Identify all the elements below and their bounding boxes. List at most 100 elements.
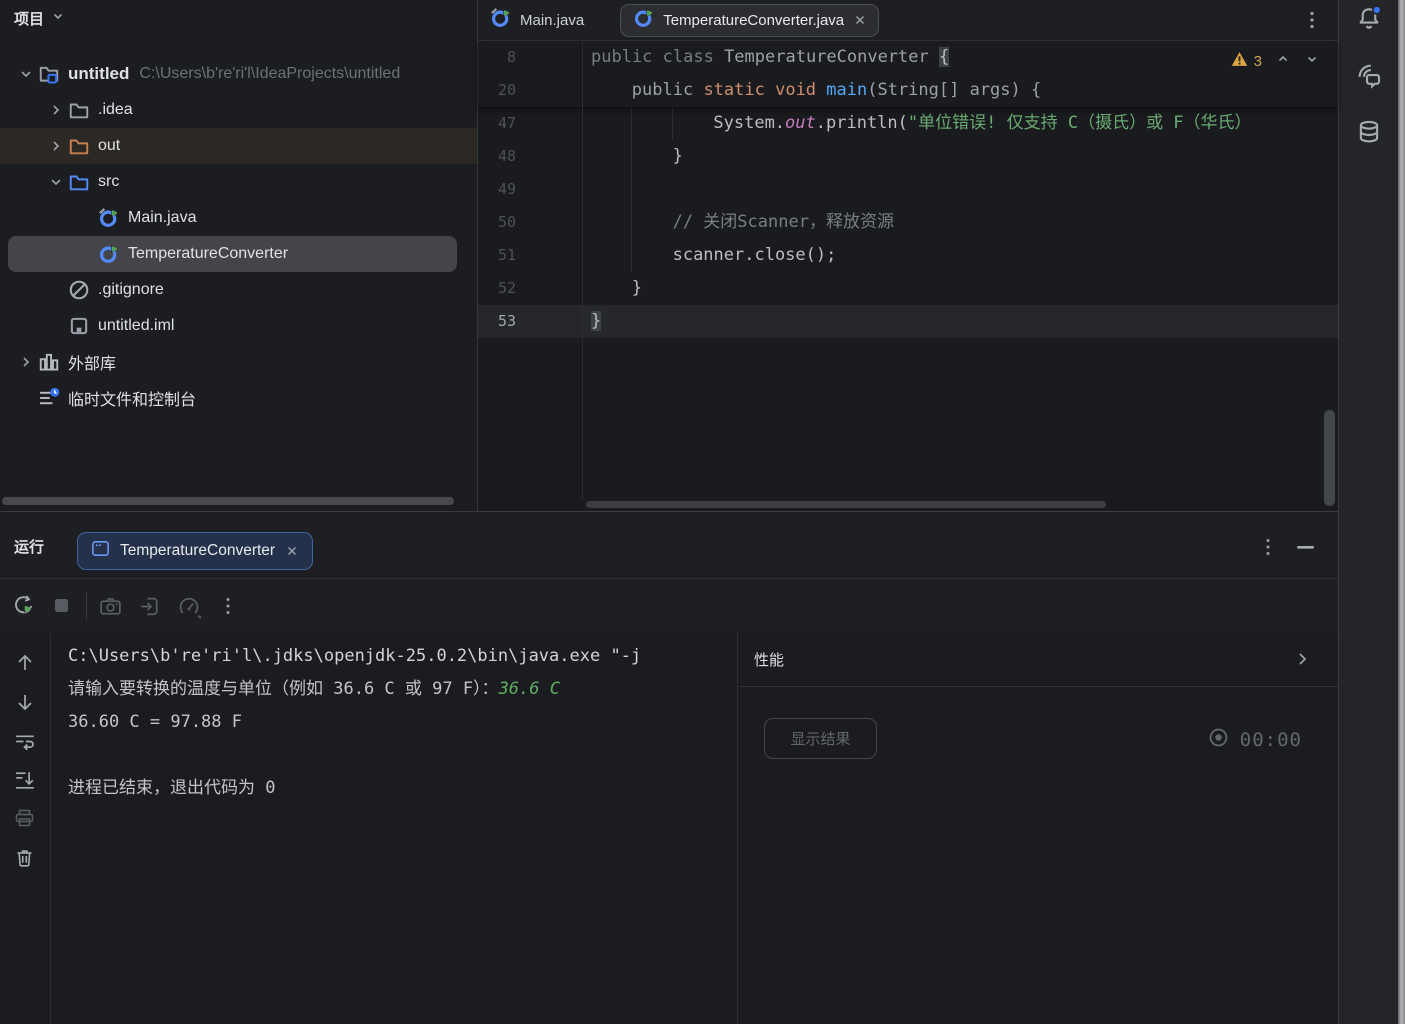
minimize-icon[interactable] (1294, 535, 1318, 559)
chevron-down-icon[interactable] (14, 62, 38, 86)
show-results-button[interactable]: 显示结果 (764, 718, 877, 759)
soft-wrap-icon[interactable] (13, 729, 37, 753)
tree-item-.idea[interactable]: .idea (0, 92, 477, 128)
inspections-widget[interactable]: 3 (1231, 51, 1320, 72)
code-editor[interactable]: 8 public class TemperatureConverter {20pu… (478, 41, 1338, 511)
console-line: 36.60 C = 97.88 F (68, 706, 737, 739)
line-number: 53 (478, 305, 516, 338)
tab-temperatureconverter-java[interactable]: TemperatureConverter.java (620, 4, 879, 37)
toolbar-kebab-icon[interactable] (216, 594, 240, 618)
performance-title: 性能 (754, 649, 784, 670)
run-options-kebab-icon[interactable] (1256, 535, 1280, 559)
chevron-spacer (14, 386, 38, 410)
tree-item-untitled[interactable]: untitledC:\Users\b're'ri'l\IdeaProjects\… (0, 56, 477, 92)
code-line-52: 52} (478, 272, 1338, 305)
editor-horizontal-scrollbar[interactable] (586, 501, 1106, 508)
right-tool-stripe (1338, 0, 1399, 1024)
scratch-icon (38, 387, 60, 409)
ignored-icon (68, 279, 90, 301)
folder-blue-icon (68, 171, 90, 193)
import-test-results-icon[interactable] (138, 594, 162, 618)
console-line: 进程已结束，退出代码为 0 (68, 772, 737, 805)
code-line-50: 50// 关闭Scanner，释放资源 (478, 206, 1338, 239)
warning-count: 3 (1254, 53, 1262, 70)
run-body: C:\Users\b're'ri'l\.jdks\openjdk-25.0.2\… (0, 633, 1338, 1024)
next-problem-chevron-down-icon[interactable] (1304, 51, 1320, 72)
run-toolbar (0, 578, 1338, 634)
gutter-separator (582, 41, 583, 499)
clear-all-trash-icon[interactable] (13, 847, 37, 871)
run-panel: 运行 TemperatureConverter (0, 511, 1338, 1024)
code-line-49: 49 (478, 173, 1338, 206)
class-run-icon (98, 243, 120, 265)
rerun-icon[interactable] (12, 594, 36, 618)
chevron-right-icon[interactable] (1292, 649, 1312, 669)
stop-icon[interactable] (50, 594, 74, 618)
project-horizontal-scrollbar[interactable] (2, 497, 454, 505)
scroll-to-end-icon[interactable] (13, 768, 37, 792)
code-text: public class TemperatureConverter { (591, 41, 949, 74)
notifications-bell-icon[interactable] (1354, 4, 1384, 34)
editor-vertical-scrollbar[interactable] (1324, 410, 1335, 506)
editor-tab-bar: Main.java TemperatureConverter.java (478, 0, 1338, 41)
chevron-spacer (44, 278, 68, 302)
console-window-icon (90, 538, 111, 564)
code-text: public static void main(String[] args) { (591, 74, 1041, 107)
run-panel-title: 运行 (14, 536, 44, 557)
database-icon[interactable] (1354, 118, 1384, 148)
console-left-toolbar (0, 633, 51, 1024)
line-number: 47 (478, 107, 516, 140)
close-icon[interactable] (852, 12, 868, 28)
code-line-20: 20public static void main(String[] args)… (478, 74, 1338, 107)
tree-item-untitled.iml[interactable]: untitled.iml (0, 308, 477, 344)
profiler-gauge-icon[interactable] (176, 594, 200, 618)
tree-item-.gitignore[interactable]: .gitignore (0, 272, 477, 308)
tree-item-临时文件和控制台[interactable]: 临时文件和控制台 (0, 380, 477, 416)
print-icon[interactable] (13, 807, 37, 831)
tree-item-label: .idea (98, 101, 133, 119)
project-panel-header[interactable]: 项目 (14, 8, 66, 29)
tree-item-src[interactable]: src (0, 164, 477, 200)
tab-label: Main.java (520, 12, 584, 29)
ai-assistant-icon[interactable] (1354, 60, 1384, 90)
chevron-right-icon[interactable] (14, 350, 38, 374)
elapsed-timer: 00:00 (1207, 726, 1302, 754)
code-line-51: 51scanner.close(); (478, 239, 1338, 272)
chevron-right-icon[interactable] (44, 134, 68, 158)
tree-item-label: TemperatureConverter (128, 245, 288, 263)
scroll-down-icon[interactable] (13, 690, 37, 714)
chevron-down-icon[interactable] (44, 170, 68, 194)
record-icon (1207, 726, 1230, 754)
project-folder-icon (38, 63, 60, 85)
console-line: C:\Users\b're'ri'l\.jdks\openjdk-25.0.2\… (68, 640, 737, 673)
tree-item-label: 临时文件和控制台 (68, 386, 196, 410)
code-text: scanner.close(); (591, 239, 836, 272)
code-line-53: 53} (478, 305, 1338, 338)
chevron-right-icon[interactable] (44, 98, 68, 122)
performance-header[interactable]: 性能 (738, 633, 1338, 687)
run-console-output[interactable]: C:\Users\b're'ri'l\.jdks\openjdk-25.0.2\… (51, 633, 737, 1024)
indent-guide (631, 107, 632, 272)
tree-item-TemperatureConverter[interactable]: TemperatureConverter (8, 236, 457, 272)
tree-item-label: src (98, 173, 119, 191)
library-icon (38, 351, 60, 373)
tree-item-out[interactable]: out (0, 128, 477, 164)
code-line-48: 48} (478, 140, 1338, 173)
scroll-up-icon[interactable] (13, 651, 37, 675)
chevron-down-icon (50, 8, 66, 29)
tab-options-kebab-icon[interactable] (1300, 8, 1324, 32)
tree-item-外部库[interactable]: 外部库 (0, 344, 477, 380)
line-number: 49 (478, 173, 516, 206)
tree-item-label: out (98, 137, 120, 155)
line-number: 8 (478, 41, 516, 74)
line-number: 50 (478, 206, 516, 239)
close-icon[interactable] (284, 543, 300, 559)
tab-main-java[interactable]: Main.java (478, 0, 596, 40)
project-panel-title: 项目 (14, 8, 44, 29)
tree-item-Main.java[interactable]: Main.java (0, 200, 477, 236)
screenshot-camera-icon[interactable] (98, 594, 122, 618)
prev-problem-chevron-up-icon[interactable] (1275, 51, 1291, 72)
run-config-tab[interactable]: TemperatureConverter (77, 532, 313, 570)
editor-area: Main.java TemperatureConverter.java 8 pub… (478, 0, 1338, 511)
code-line-47: 47System.out.println("单位错误! 仅支持 C（摄氏）或 F… (478, 107, 1338, 140)
